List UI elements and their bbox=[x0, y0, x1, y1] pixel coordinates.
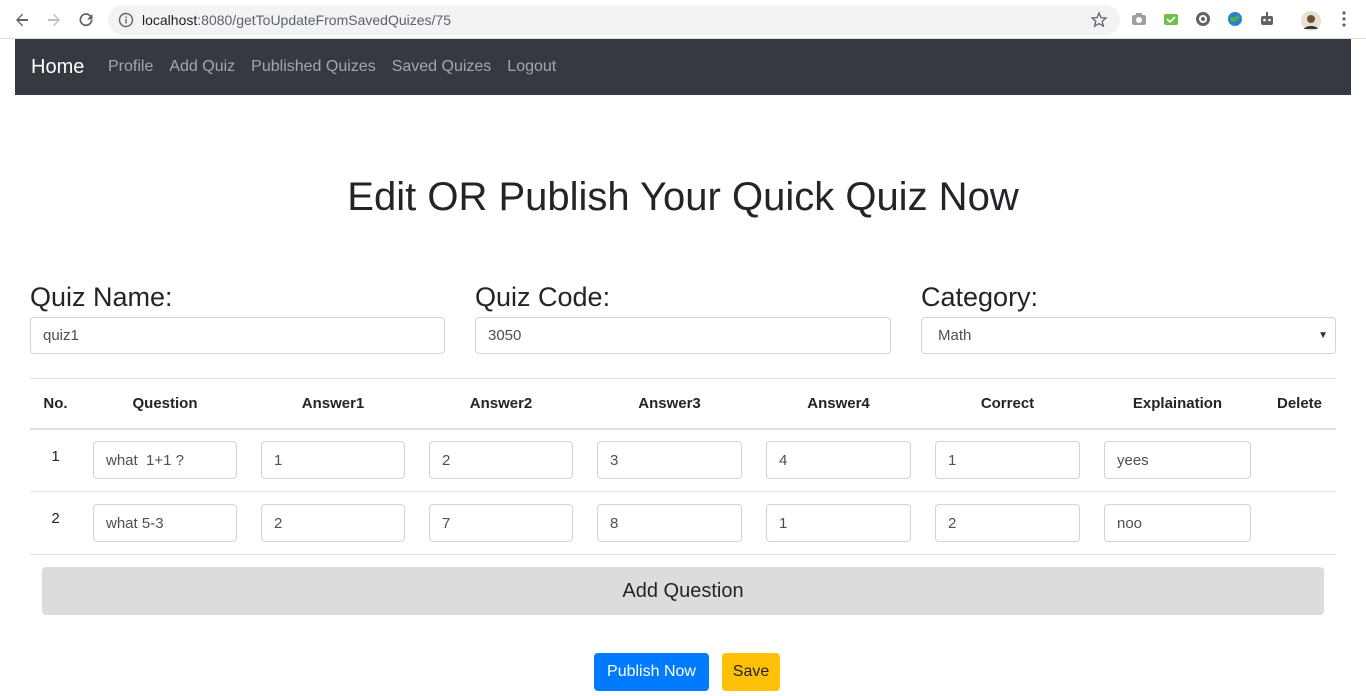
back-arrow-icon[interactable] bbox=[10, 8, 34, 32]
quiz-name-input[interactable]: quiz1 bbox=[30, 317, 445, 354]
nav-link-saved-quizes[interactable]: Saved Quizes bbox=[392, 58, 492, 76]
explanation-cell: noo bbox=[1092, 491, 1263, 555]
address-bar[interactable]: localhost:8080/getToUpdateFromSavedQuize… bbox=[108, 5, 1120, 35]
reload-icon[interactable] bbox=[74, 8, 98, 32]
globe-extension-icon[interactable] bbox=[1194, 10, 1214, 30]
explanation-input[interactable]: noo bbox=[1104, 504, 1251, 542]
inbox-extension-icon[interactable] bbox=[1162, 10, 1182, 30]
correct-input[interactable]: 1 bbox=[935, 441, 1080, 480]
question-input[interactable]: what 1+1 ? bbox=[93, 441, 237, 480]
caret-down-icon: ▼ bbox=[1318, 330, 1328, 341]
profile-avatar-icon[interactable] bbox=[1300, 10, 1321, 31]
col-header-correct: Correct bbox=[923, 378, 1092, 430]
answer2-cell: 7 bbox=[417, 491, 585, 555]
col-header-answer4: Answer4 bbox=[754, 378, 923, 430]
category-label: Category: bbox=[921, 282, 1039, 312]
earth-extension-icon[interactable] bbox=[1226, 10, 1246, 30]
answer4-cell: 1 bbox=[754, 491, 923, 555]
delete-cell bbox=[1263, 428, 1336, 492]
nav-link-published-quizes[interactable]: Published Quizes bbox=[251, 58, 376, 76]
answer3-cell: 8 bbox=[585, 491, 754, 555]
col-header-answer3: Answer3 bbox=[585, 378, 754, 430]
quiz-code-input[interactable]: 3050 bbox=[475, 317, 891, 354]
correct-cell: 2 bbox=[923, 491, 1092, 555]
col-header-question: Question bbox=[81, 378, 249, 430]
question-input[interactable]: what 5-3 bbox=[93, 504, 237, 542]
answer1-input[interactable]: 1 bbox=[261, 441, 405, 480]
answer4-input[interactable]: 4 bbox=[766, 441, 911, 480]
answer1-cell: 1 bbox=[249, 428, 417, 492]
publish-now-button[interactable]: Publish Now bbox=[594, 653, 709, 691]
url-host: localhost bbox=[142, 12, 198, 28]
col-header-answer2: Answer2 bbox=[417, 378, 585, 430]
answer3-cell: 3 bbox=[585, 428, 754, 492]
col-header-no: No. bbox=[30, 378, 81, 430]
col-header-answer1: Answer1 bbox=[249, 378, 417, 430]
answer1-input[interactable]: 2 bbox=[261, 504, 405, 542]
category-select[interactable]: Math ▼ bbox=[921, 317, 1336, 354]
top-navbar: Home Profile Add Quiz Published Quizes S… bbox=[15, 39, 1351, 95]
answer4-input[interactable]: 1 bbox=[766, 504, 911, 542]
forward-arrow-icon[interactable] bbox=[42, 8, 66, 32]
answer2-input[interactable]: 2 bbox=[429, 441, 573, 480]
add-question-button[interactable]: Add Question bbox=[42, 567, 1324, 615]
url-text: localhost:8080/getToUpdateFromSavedQuize… bbox=[142, 12, 451, 28]
answer2-input[interactable]: 7 bbox=[429, 504, 573, 542]
row-number: 2 bbox=[30, 491, 81, 555]
more-menu-icon[interactable] bbox=[1336, 10, 1356, 30]
answer3-input[interactable]: 8 bbox=[597, 504, 742, 542]
answer4-cell: 4 bbox=[754, 428, 923, 492]
nav-link-logout[interactable]: Logout bbox=[507, 58, 556, 76]
quiz-name-label: Quiz Name: bbox=[30, 282, 173, 312]
table-header-row: No. Question Answer1 Answer2 Answer3 Ans… bbox=[30, 378, 1336, 430]
save-button[interactable]: Save bbox=[722, 653, 780, 691]
table-row: 1 what 1+1 ? 1 2 3 4 1 yees bbox=[30, 428, 1336, 492]
page-title: Edit OR Publish Your Quick Quiz Now bbox=[347, 175, 1019, 219]
nav-link-add-quiz[interactable]: Add Quiz bbox=[169, 58, 235, 76]
table-row: 2 what 5-3 2 7 8 1 2 noo bbox=[30, 491, 1336, 555]
row-number: 1 bbox=[30, 428, 81, 492]
quiz-code-label: Quiz Code: bbox=[475, 282, 611, 312]
table-end-row bbox=[30, 554, 1336, 556]
nav-links: Profile Add Quiz Published Quizes Saved … bbox=[108, 58, 556, 76]
answer2-cell: 2 bbox=[417, 428, 585, 492]
category-selected-value: Math bbox=[938, 327, 972, 344]
answer3-input[interactable]: 3 bbox=[597, 441, 742, 480]
robot-extension-icon[interactable] bbox=[1258, 10, 1278, 30]
info-icon[interactable] bbox=[118, 12, 134, 28]
nav-link-profile[interactable]: Profile bbox=[108, 58, 153, 76]
correct-input[interactable]: 2 bbox=[935, 504, 1080, 542]
browser-toolbar: localhost:8080/getToUpdateFromSavedQuize… bbox=[0, 0, 1366, 39]
url-path: :8080/getToUpdateFromSavedQuizes/75 bbox=[197, 12, 451, 28]
col-header-delete: Delete bbox=[1263, 378, 1336, 430]
correct-cell: 1 bbox=[923, 428, 1092, 492]
nav-home-brand[interactable]: Home bbox=[31, 56, 84, 79]
answer1-cell: 2 bbox=[249, 491, 417, 555]
quiz-code-value: 3050 bbox=[488, 327, 522, 344]
bookmark-star-icon[interactable] bbox=[1090, 11, 1108, 29]
question-cell: what 5-3 bbox=[81, 491, 249, 555]
explanation-input[interactable]: yees bbox=[1104, 441, 1251, 480]
quiz-name-value: quiz1 bbox=[43, 327, 79, 344]
col-header-explanation: Explaination bbox=[1092, 378, 1263, 430]
question-cell: what 1+1 ? bbox=[81, 428, 249, 492]
questions-table: No. Question Answer1 Answer2 Answer3 Ans… bbox=[30, 378, 1336, 556]
explanation-cell: yees bbox=[1092, 428, 1263, 492]
camera-icon[interactable] bbox=[1130, 10, 1150, 30]
delete-cell bbox=[1263, 491, 1336, 555]
